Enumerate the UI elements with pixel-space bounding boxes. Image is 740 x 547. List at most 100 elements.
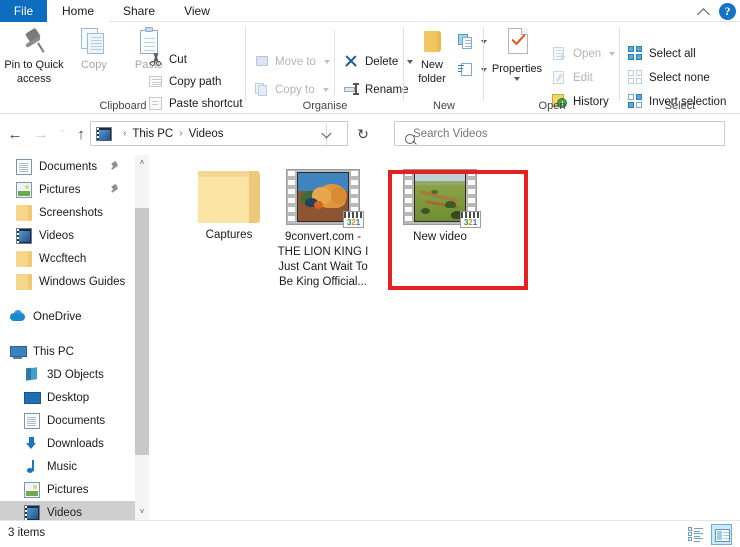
documents-icon bbox=[16, 158, 32, 175]
sidebar-item-label: Pictures bbox=[39, 183, 81, 196]
sidebar-item-onedrive[interactable]: OneDrive bbox=[0, 305, 135, 328]
list-item[interactable]: 321 New video bbox=[385, 167, 495, 245]
select-all-label: Select all bbox=[649, 48, 696, 60]
path-separator: › bbox=[179, 128, 183, 139]
view-mode-buttons bbox=[685, 524, 732, 545]
copy-to-label: Copy to bbox=[275, 84, 315, 96]
sidebar-item-windows-guides[interactable]: Windows Guides bbox=[0, 270, 135, 293]
back-button[interactable]: ← bbox=[4, 124, 26, 146]
file-explorer-window: File Home Share View ? Pin to Quick acce… bbox=[0, 0, 740, 547]
sidebar-item-music[interactable]: Music bbox=[0, 455, 135, 478]
scrollbar-thumb[interactable] bbox=[135, 208, 149, 455]
music-icon bbox=[24, 459, 40, 475]
select-none-label: Select none bbox=[649, 72, 710, 84]
details-view-button[interactable] bbox=[685, 524, 706, 545]
navigation-pane-scrollbar[interactable]: ˄ ˅ bbox=[135, 155, 149, 520]
pin-label-2: access bbox=[16, 73, 52, 85]
address-path-field[interactable]: › This PC › Videos bbox=[90, 121, 348, 146]
up-button[interactable]: ↑ bbox=[70, 124, 92, 146]
edit-button[interactable]: Edit bbox=[552, 68, 593, 88]
properties-button[interactable]: Properties bbox=[486, 27, 548, 81]
open-label: Open bbox=[573, 48, 602, 60]
desktop-icon bbox=[24, 390, 41, 406]
sidebar-item-videos[interactable]: Videos bbox=[0, 501, 135, 520]
navigation-pane[interactable]: Documents Pictures Screenshots Videos Wc… bbox=[0, 155, 135, 520]
ribbon-tab-strip: File Home Share View ? bbox=[0, 0, 740, 22]
chevron-up-icon[interactable] bbox=[698, 5, 711, 18]
address-bar: ← → ˇ ↑ › This PC › Videos ↻ Search Vide… bbox=[0, 114, 740, 154]
copy-path-icon bbox=[148, 74, 164, 90]
sidebar-item-downloads[interactable]: Downloads bbox=[0, 432, 135, 455]
item-name-line: THE LION KING I bbox=[277, 246, 369, 258]
help-icon[interactable]: ? bbox=[719, 2, 736, 20]
cut-label: Cut bbox=[169, 54, 187, 66]
chevron-down-icon[interactable] bbox=[322, 88, 329, 92]
sidebar-item-desktop[interactable]: Desktop bbox=[0, 386, 135, 409]
scroll-down-arrow-icon[interactable]: ˅ bbox=[135, 504, 149, 520]
ribbon-group-open: Properties Open Edit History Open bbox=[484, 22, 620, 114]
item-name-line: 9convert.com - bbox=[284, 231, 362, 243]
rename-button[interactable]: Rename bbox=[344, 80, 408, 100]
properties-label: Properties bbox=[491, 63, 543, 75]
chevron-down-icon[interactable] bbox=[323, 60, 330, 64]
sidebar-item-documents-quick[interactable]: Documents bbox=[0, 155, 135, 178]
copy-to-button[interactable]: Copy to bbox=[254, 80, 329, 100]
breadcrumb-this-pc[interactable]: This PC bbox=[131, 128, 174, 140]
group-label-organise: Organise bbox=[302, 100, 348, 112]
video-thumbnail: 321 bbox=[286, 169, 364, 228]
open-button[interactable]: Open bbox=[552, 44, 616, 64]
cut-button[interactable]: Cut bbox=[148, 50, 187, 70]
file-list-view[interactable]: Captures 321 9convert.com - THE LION KIN… bbox=[149, 155, 740, 520]
breadcrumb-videos[interactable]: Videos bbox=[188, 128, 225, 140]
3d-objects-icon bbox=[24, 367, 40, 383]
sidebar-item-pictures-quick[interactable]: Pictures bbox=[0, 178, 135, 201]
pin-icon bbox=[110, 162, 119, 171]
item-count-label: 3 items bbox=[8, 527, 46, 539]
sidebar-item-documents[interactable]: Documents bbox=[0, 409, 135, 432]
sidebar-item-videos-quick[interactable]: Videos bbox=[0, 224, 135, 247]
chevron-down-icon[interactable] bbox=[609, 52, 616, 56]
scroll-up-arrow-icon[interactable]: ˄ bbox=[135, 155, 149, 171]
sidebar-item-label: 3D Objects bbox=[47, 368, 104, 381]
video-format-badge: 321 bbox=[343, 211, 364, 228]
refresh-icon[interactable]: ↻ bbox=[355, 126, 371, 142]
list-item[interactable]: 321 9convert.com - THE LION KING I Just … bbox=[268, 167, 378, 290]
easy-access-icon bbox=[458, 62, 476, 78]
pin-to-quick-access-button[interactable]: Pin to Quick access bbox=[2, 27, 66, 85]
tab-file[interactable]: File bbox=[0, 0, 47, 22]
open-icon bbox=[552, 46, 568, 62]
videos-icon bbox=[16, 227, 32, 244]
sidebar-item-this-pc[interactable]: This PC bbox=[0, 340, 135, 363]
sidebar-item-3d-objects[interactable]: 3D Objects bbox=[0, 363, 135, 386]
tab-share[interactable]: Share bbox=[109, 0, 169, 22]
large-icons-view-button[interactable] bbox=[711, 524, 732, 545]
forward-button[interactable]: → bbox=[30, 124, 52, 146]
sidebar-item-screenshots[interactable]: Screenshots bbox=[0, 201, 135, 224]
sidebar-item-pictures[interactable]: Pictures bbox=[0, 478, 135, 501]
sidebar-item-label: Documents bbox=[47, 414, 106, 427]
pin-icon bbox=[19, 27, 49, 57]
new-folder-button[interactable]: New folder bbox=[404, 27, 460, 85]
search-input[interactable]: Search Videos bbox=[413, 128, 488, 140]
path-separator: › bbox=[123, 128, 127, 139]
properties-icon bbox=[500, 27, 534, 61]
select-none-button[interactable]: Select none bbox=[628, 68, 710, 88]
search-box[interactable]: Search Videos bbox=[394, 121, 725, 146]
sidebar-item-label: Videos bbox=[47, 506, 82, 519]
rename-icon bbox=[344, 82, 360, 98]
sidebar-item-label: Wccftech bbox=[39, 252, 87, 265]
select-all-button[interactable]: Select all bbox=[628, 44, 696, 64]
sidebar-item-wccftech[interactable]: Wccftech bbox=[0, 247, 135, 270]
tab-home[interactable]: Home bbox=[47, 0, 109, 22]
chevron-down-icon[interactable] bbox=[514, 77, 520, 81]
videos-icon bbox=[24, 504, 40, 520]
folder-icon bbox=[16, 273, 32, 290]
delete-x-icon bbox=[344, 54, 360, 70]
copy-path-button[interactable]: Copy path bbox=[148, 72, 221, 92]
video-format-badge: 321 bbox=[460, 211, 481, 228]
sidebar-item-label: Desktop bbox=[47, 391, 90, 404]
new-folder-icon bbox=[417, 27, 447, 57]
move-to-button[interactable]: Move to bbox=[254, 52, 330, 72]
new-folder-label-2: folder bbox=[418, 73, 446, 85]
tab-view[interactable]: View bbox=[169, 0, 225, 22]
